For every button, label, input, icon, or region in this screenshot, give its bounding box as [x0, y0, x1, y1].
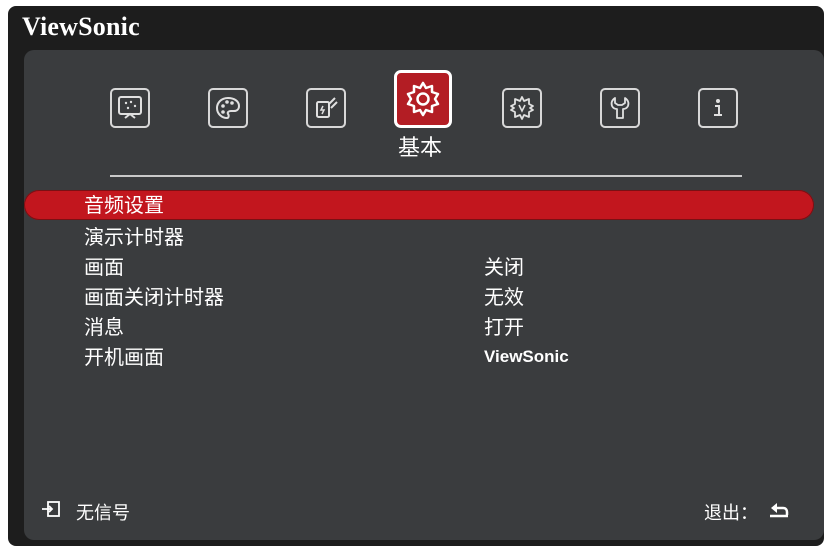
- menu-item-screen-off-timer[interactable]: 画面关闭计时器 无效: [24, 282, 824, 312]
- palette-icon: [208, 88, 248, 128]
- menu-item-label: 音频设置: [84, 193, 164, 217]
- menu-item-value: 打开: [484, 315, 524, 339]
- tab-advanced[interactable]: [502, 88, 542, 128]
- osd-window: ViewSonic 基本 音频设置 演示计时器 画面 关闭 画面关闭计时器 无效…: [8, 6, 824, 546]
- tab-display[interactable]: [110, 88, 150, 128]
- display-icon: [110, 88, 150, 128]
- input-source-icon: [40, 498, 62, 525]
- tab-image[interactable]: [208, 88, 248, 128]
- tab-bar: 基本: [24, 50, 824, 170]
- tab-system[interactable]: [600, 88, 640, 128]
- osd-panel: 基本 音频设置 演示计时器 画面 关闭 画面关闭计时器 无效 消息 打开 开机画…: [24, 50, 824, 540]
- menu-item-message[interactable]: 消息 打开: [24, 312, 824, 342]
- input-status: 无信号: [40, 498, 130, 525]
- tab-information[interactable]: [698, 88, 738, 128]
- input-status-text: 无信号: [76, 502, 130, 524]
- menu-item-value: 关闭: [484, 255, 524, 279]
- advanced-gear-icon: [502, 88, 542, 128]
- power-plug-icon: [306, 88, 346, 128]
- info-icon: [698, 88, 738, 128]
- screen-frame: ViewSonic 基本 音频设置 演示计时器 画面 关闭 画面关闭计时器 无效…: [0, 0, 828, 551]
- menu-item-label: 画面关闭计时器: [84, 285, 224, 309]
- exit-label: 退出：: [704, 502, 758, 524]
- menu-divider: [110, 175, 742, 177]
- menu-item-screen[interactable]: 画面 关闭: [24, 252, 824, 282]
- menu-item-startup-screen[interactable]: 开机画面 ViewSonic: [24, 342, 824, 372]
- menu-item-label: 开机画面: [84, 345, 164, 369]
- menu-item-label: 演示计时器: [84, 225, 184, 249]
- gear-icon: [394, 70, 452, 128]
- menu-item-presentation-timer[interactable]: 演示计时器: [24, 222, 824, 252]
- wrench-icon: [600, 88, 640, 128]
- brand-logo: ViewSonic: [22, 12, 140, 41]
- menu-item-value: ViewSonic: [484, 347, 569, 366]
- menu-item-label: 消息: [84, 315, 124, 339]
- return-arrow-icon: [768, 498, 790, 525]
- menu-item-label: 画面: [84, 255, 124, 279]
- menu-item-audio-settings[interactable]: 音频设置: [24, 190, 824, 220]
- status-footer: 无信号 退出：: [24, 498, 824, 528]
- tab-basic[interactable]: [394, 70, 452, 128]
- menu-item-value: 无效: [484, 285, 524, 309]
- tab-basic-label: 基本: [397, 136, 442, 161]
- exit-hint[interactable]: 退出：: [704, 498, 790, 525]
- tab-power[interactable]: [306, 88, 346, 128]
